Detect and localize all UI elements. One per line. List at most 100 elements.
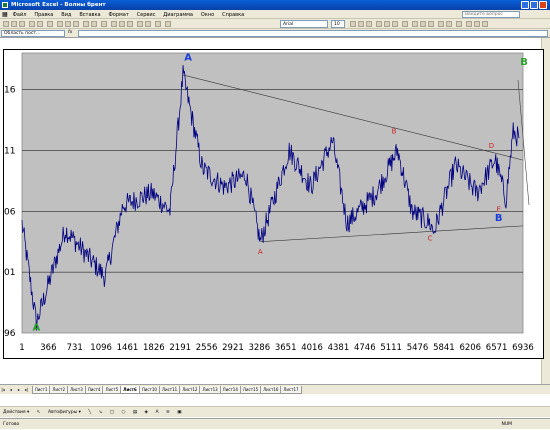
autoshapes-menu[interactable]: Автофигуры ▾ [45,410,84,415]
excel-logo-icon [2,2,8,8]
open-icon[interactable] [11,21,17,27]
font-color-icon[interactable] [482,21,488,27]
x-tick-label: 1 [19,343,24,353]
save-icon[interactable] [19,21,25,27]
merge-icon[interactable] [402,21,408,27]
menu-edit[interactable]: Правка [31,12,56,18]
sheet-tab[interactable]: Лист17 [280,386,302,394]
redo-icon[interactable] [91,21,97,27]
font-size-select[interactable]: 10 [331,20,345,28]
thousands-icon[interactable] [428,21,434,27]
sheet-tab[interactable]: Лист16 [260,386,282,394]
autosum-icon[interactable] [111,21,117,27]
chart-wizard-icon[interactable] [137,21,143,27]
arrow-icon[interactable]: ↘ [96,410,106,415]
indent-icon[interactable] [456,21,462,27]
sheet-tab[interactable]: Лист4 [84,386,104,394]
workbook-icon[interactable]: ▦ [0,11,8,18]
sheet-tab[interactable]: Лист2 [49,386,69,394]
align-right-icon[interactable] [392,21,398,27]
spelling-icon[interactable] [47,21,53,27]
sheet-tab[interactable]: Лист15 [239,386,262,394]
paste-icon[interactable] [73,21,79,27]
maximize-icon[interactable] [530,1,538,9]
actions-menu[interactable]: Действия ▾ [0,410,32,415]
price-chart: 16 11 06 01 96 1 366 731 1096 1461 1826 2191 2556 29… [4,52,534,353]
menu-view[interactable]: Вид [58,12,74,18]
menu-tools[interactable]: Сервис [134,12,159,18]
preview-icon[interactable] [37,21,43,27]
sort-desc-icon[interactable] [127,21,133,27]
minimize-icon[interactable] [521,1,529,9]
currency-icon[interactable] [412,21,418,27]
wave-label: B [495,213,503,224]
align-left-icon[interactable] [376,21,382,27]
sheet-tab[interactable]: Лист1 [31,386,51,394]
increase-decimal-icon[interactable] [438,21,444,27]
next-sheet-icon[interactable]: ▸ [16,385,22,394]
sheet-tabs-bar: |◂ ◂ ▸ ▸| Лист1 Лист2 Лист3 Лист4 Лист5 Лист6… [0,384,550,394]
menu-file[interactable]: Файл [10,12,30,18]
italic-icon[interactable] [358,21,364,27]
wave-label: A [184,52,192,63]
formula-bar: Область пост... fx [0,29,550,38]
shadow-icon[interactable]: ▣ [174,410,184,415]
decrease-decimal-icon[interactable] [446,21,452,27]
sheet-tab[interactable]: Лист11 [158,386,181,394]
sheet-tab[interactable]: Лист3 [67,386,86,394]
fx-icon[interactable]: fx [68,30,72,35]
name-box[interactable]: Область пост... [1,30,65,37]
help-question-input[interactable]: Введите вопрос [462,11,520,18]
cut-icon[interactable] [57,21,63,27]
underline-icon[interactable] [366,21,372,27]
print-icon[interactable] [29,21,35,27]
x-tick-label: 5476 [407,343,429,353]
formula-input[interactable] [78,30,548,37]
pointer-icon[interactable]: ↖ [34,410,44,415]
sheet-tab[interactable]: Лист6 [120,386,140,394]
copy-icon[interactable] [65,21,71,27]
menu-chart[interactable]: Диаграмма [160,12,196,18]
last-sheet-icon[interactable]: ▸| [24,385,30,394]
bold-icon[interactable] [350,21,356,27]
textbox-icon[interactable]: ▤ [130,410,140,415]
x-tick-label: 4746 [354,343,376,353]
status-num: NUM [501,422,512,427]
y-tick-label: 11 [4,146,15,156]
fill-color-icon[interactable] [474,21,480,27]
percent-icon[interactable] [420,21,426,27]
x-tick-label: 4016 [301,343,323,353]
zoom-icon[interactable] [155,21,161,27]
font-name-select[interactable]: Arial [280,20,328,28]
align-center-icon[interactable] [384,21,390,27]
font-color-draw-icon[interactable]: A [152,410,161,415]
sheet-tab[interactable]: Лист14 [219,386,241,394]
first-sheet-icon[interactable]: |◂ [0,385,6,394]
x-tick-label: 3651 [275,343,297,353]
borders-icon[interactable] [466,21,472,27]
line-icon[interactable]: ╲ [85,410,94,415]
rectangle-icon[interactable]: □ [107,410,117,415]
sheet-tab[interactable]: Лист5 [102,386,122,394]
fill-icon[interactable]: ◈ [142,410,151,415]
oval-icon[interactable]: ○ [118,410,128,415]
drawing-icon[interactable] [145,21,151,27]
chart-area[interactable]: 16 11 06 01 96 1 366 731 1096 1461 1826 2191 2556 29… [3,49,544,359]
menu-insert[interactable]: Вставка [76,12,103,18]
menu-window[interactable]: Окно [198,12,217,18]
hyperlink-icon[interactable] [101,21,107,27]
sheet-tab[interactable]: Лист13 [199,386,221,394]
x-tick-label: 3286 [248,343,270,353]
menu-help[interactable]: Справка [219,12,247,18]
prev-sheet-icon[interactable]: ◂ [8,385,14,394]
x-tick-label: 1826 [143,343,165,353]
line-style-icon[interactable]: ≡ [163,410,173,415]
sheet-tab[interactable]: Лист10 [138,386,160,394]
menu-format[interactable]: Формат [105,12,131,18]
sheet-tab[interactable]: Лист12 [179,386,201,394]
undo-icon[interactable] [83,21,89,27]
close-icon[interactable] [539,1,547,9]
sort-asc-icon[interactable] [119,21,125,27]
help-icon[interactable] [165,21,171,27]
new-icon[interactable] [3,21,9,27]
